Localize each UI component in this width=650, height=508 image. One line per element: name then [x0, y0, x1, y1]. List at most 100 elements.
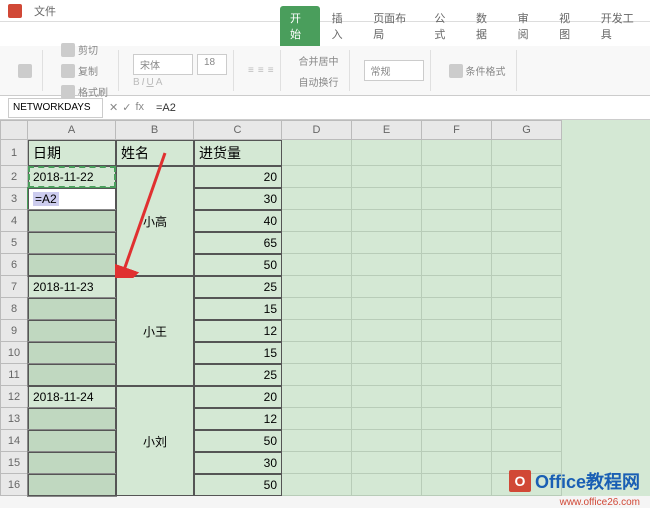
cell[interactable] — [282, 232, 352, 254]
cell-a16[interactable] — [28, 474, 116, 496]
cond-format-button[interactable]: 条件格式 — [445, 61, 510, 80]
row-header[interactable]: 2 — [0, 166, 28, 188]
cell-a1[interactable]: 日期 — [28, 140, 116, 166]
cell[interactable] — [352, 140, 422, 166]
formula-input[interactable]: =A2 — [150, 102, 650, 114]
row-header[interactable]: 14 — [0, 430, 28, 452]
cell-c9[interactable]: 12 — [194, 320, 282, 342]
cell-a8[interactable] — [28, 298, 116, 320]
cell-c1[interactable]: 进货量 — [194, 140, 282, 166]
col-header-a[interactable]: A — [28, 120, 116, 140]
cell[interactable] — [352, 298, 422, 320]
row-header[interactable]: 13 — [0, 408, 28, 430]
cell[interactable] — [422, 210, 492, 232]
cell[interactable] — [352, 320, 422, 342]
cell-c15[interactable]: 30 — [194, 452, 282, 474]
cell-a11[interactable] — [28, 364, 116, 386]
cell[interactable] — [282, 276, 352, 298]
cell-a15[interactable] — [28, 452, 116, 474]
file-menu[interactable]: 文件 — [34, 3, 56, 19]
cell-a7[interactable]: 2018-11-23 — [28, 276, 116, 298]
align-center-icon[interactable]: ≡ — [258, 65, 264, 76]
cell[interactable] — [352, 276, 422, 298]
tab-insert[interactable]: 插入 — [322, 6, 362, 46]
col-header-b[interactable]: B — [116, 120, 194, 140]
cell-c5[interactable]: 65 — [194, 232, 282, 254]
row-header[interactable]: 1 — [0, 140, 28, 166]
tab-formula[interactable]: 公式 — [424, 6, 464, 46]
paste-button[interactable] — [14, 62, 36, 80]
row-header[interactable]: 12 — [0, 386, 28, 408]
number-format-select[interactable]: 常规 — [364, 60, 424, 81]
row-header[interactable]: 7 — [0, 276, 28, 298]
cell-c10[interactable]: 15 — [194, 342, 282, 364]
cell-c3[interactable]: 30 — [194, 188, 282, 210]
cell-b7-merged[interactable]: 小王 — [116, 276, 194, 386]
cell-a14[interactable] — [28, 430, 116, 452]
align-right-icon[interactable]: ≡ — [268, 65, 274, 76]
cell[interactable] — [282, 364, 352, 386]
tab-layout[interactable]: 页面布局 — [363, 6, 422, 46]
cell[interactable] — [492, 408, 562, 430]
cell[interactable] — [422, 298, 492, 320]
cell[interactable] — [492, 320, 562, 342]
cell[interactable] — [282, 474, 352, 496]
merge-button[interactable]: 合并居中 — [295, 51, 343, 70]
row-header[interactable]: 6 — [0, 254, 28, 276]
cell[interactable] — [282, 166, 352, 188]
tab-review[interactable]: 审阅 — [508, 6, 548, 46]
row-header[interactable]: 8 — [0, 298, 28, 320]
cell[interactable] — [282, 140, 352, 166]
copy-button[interactable]: 复制 — [57, 61, 112, 80]
cell-a6[interactable] — [28, 254, 116, 276]
cell[interactable] — [492, 254, 562, 276]
cancel-icon[interactable]: ✕ — [109, 101, 118, 114]
cell[interactable] — [422, 320, 492, 342]
confirm-icon[interactable]: ✓ — [122, 101, 131, 114]
font-name-select[interactable]: 宋体 — [133, 54, 193, 75]
font-size-select[interactable]: 18 — [197, 54, 227, 75]
col-header-c[interactable]: C — [194, 120, 282, 140]
cell-b1[interactable]: 姓名 — [116, 140, 194, 166]
cell[interactable] — [282, 320, 352, 342]
cell-b12-merged[interactable]: 小刘 — [116, 386, 194, 496]
col-header-d[interactable]: D — [282, 120, 352, 140]
cell[interactable] — [422, 364, 492, 386]
cell[interactable] — [282, 188, 352, 210]
cell[interactable] — [282, 430, 352, 452]
cell[interactable] — [352, 254, 422, 276]
cell[interactable] — [352, 232, 422, 254]
cell-c12[interactable]: 20 — [194, 386, 282, 408]
cell[interactable] — [282, 210, 352, 232]
align-left-icon[interactable]: ≡ — [248, 65, 254, 76]
fx-icon[interactable]: fx — [135, 101, 144, 114]
cell[interactable] — [282, 254, 352, 276]
cell[interactable] — [422, 342, 492, 364]
cell[interactable] — [282, 342, 352, 364]
cell-a3-editing[interactable]: =A2 — [28, 188, 116, 210]
wrap-button[interactable]: 自动换行 — [295, 72, 343, 91]
col-header-f[interactable]: F — [422, 120, 492, 140]
underline-button[interactable]: U — [146, 77, 153, 88]
cell[interactable] — [492, 386, 562, 408]
cell[interactable] — [352, 408, 422, 430]
italic-button[interactable]: I — [142, 77, 145, 88]
cell[interactable] — [492, 430, 562, 452]
cell-a5[interactable] — [28, 232, 116, 254]
cell[interactable] — [492, 298, 562, 320]
cell-c14[interactable]: 50 — [194, 430, 282, 452]
tab-view[interactable]: 视图 — [549, 6, 589, 46]
cell[interactable] — [352, 386, 422, 408]
cell[interactable] — [422, 474, 492, 496]
cell-a4[interactable] — [28, 210, 116, 232]
bold-button[interactable]: B — [133, 77, 140, 88]
cell[interactable] — [492, 276, 562, 298]
cell-c13[interactable]: 12 — [194, 408, 282, 430]
col-header-g[interactable]: G — [492, 120, 562, 140]
cell-c4[interactable]: 40 — [194, 210, 282, 232]
cell-grid[interactable]: 日期 姓名 进货量 2018-11-22 小高 20 =A2 30 — [28, 140, 562, 496]
cell[interactable] — [422, 386, 492, 408]
cell-a13[interactable] — [28, 408, 116, 430]
cell[interactable] — [352, 474, 422, 496]
cell[interactable] — [422, 140, 492, 166]
